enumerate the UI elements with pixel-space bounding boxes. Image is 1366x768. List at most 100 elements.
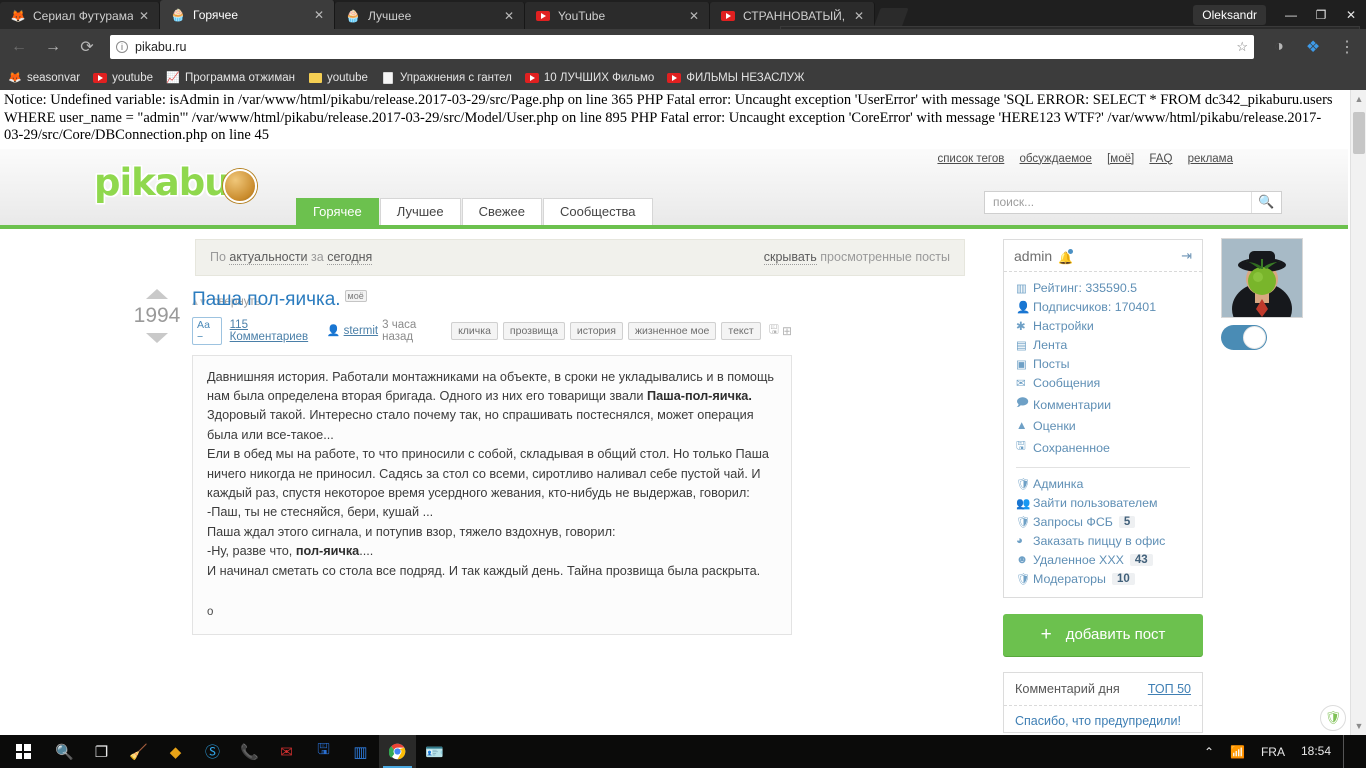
tray-expand-icon[interactable]: ⌃ <box>1196 745 1222 759</box>
clock[interactable]: 18:54 <box>1293 735 1339 768</box>
post-tag[interactable]: жизненное мое <box>627 321 717 340</box>
sidebar-item-comments[interactable]: 🗩 Комментарии <box>1004 393 1202 417</box>
skype-icon[interactable]: Ⓢ <box>194 735 231 768</box>
sidebar-item-login-as-user[interactable]: 👥 Зайти пользователем <box>1004 494 1202 513</box>
browser-tab-0[interactable]: 🦊 Сериал Футурама 2 сезо ✕ <box>0 2 160 29</box>
tab-close-icon[interactable]: ✕ <box>137 9 151 23</box>
bookmark-uprazhneniya[interactable]: Упражнения с гантел <box>381 71 512 85</box>
taskbar-search-icon[interactable]: 🔍 <box>46 735 83 768</box>
post-type-icon[interactable]: Аа − <box>192 316 222 345</box>
add-post-button[interactable]: + добавить пост <box>1003 613 1203 656</box>
add-to-icon[interactable]: ⊞ <box>782 324 792 338</box>
profile-name[interactable]: Oleksandr <box>1193 4 1266 25</box>
contacts-icon[interactable]: 🪪 <box>416 735 453 768</box>
tab-svezhee[interactable]: Свежее <box>461 197 542 225</box>
save-post-icon[interactable]: 🖫 <box>769 320 779 341</box>
post-comments-link[interactable]: 115 Комментариев <box>230 319 319 343</box>
bluestacks-icon[interactable]: ▥ <box>342 735 379 768</box>
link-discussed[interactable]: обсуждаемое <box>1020 153 1092 165</box>
hide-action[interactable]: скрывать <box>763 250 817 265</box>
maximize-icon[interactable]: ❐ <box>1306 0 1336 29</box>
comment-of-day-text[interactable]: Спасибо, что предупредили! <box>1004 706 1202 732</box>
page-scrollbar[interactable]: ▲ ▼ <box>1350 90 1366 735</box>
top-50-link[interactable]: ТОП 50 <box>1148 682 1191 696</box>
bell-icon[interactable]: 🔔 <box>1058 248 1074 265</box>
link-mine[interactable]: [моё] <box>1107 153 1134 165</box>
tab-close-icon[interactable]: ✕ <box>687 9 701 23</box>
sidebar-item-rating[interactable]: ▥ Рейтинг: 335590.5 <box>1004 279 1202 298</box>
sidebar-item-adminka[interactable]: 🛡 Админка <box>1004 475 1202 494</box>
tab-close-icon[interactable]: ✕ <box>502 9 516 23</box>
sidebar-item-subscribers[interactable]: 👤 Подписчиков: 170401 <box>1004 298 1202 317</box>
new-tab-button[interactable] <box>873 8 909 28</box>
sidebar-item-order-pizza[interactable]: ◕ Заказать пиццу в офис <box>1004 532 1202 551</box>
sidebar-item-fsb-requests[interactable]: 🛡 Запросы ФСБ 5 <box>1004 513 1202 532</box>
upvote-icon[interactable] <box>146 288 168 299</box>
sidebar-item-deleted-xxx[interactable]: ☻ Удаленное XXX 43 <box>1004 551 1202 570</box>
browser-tab-4[interactable]: СТРАННОВАТЫЙ, НО ПР ✕ <box>710 2 875 29</box>
bookmark-seasonvar[interactable]: 🦊 seasonvar <box>8 71 80 85</box>
bookmark-10-filmov[interactable]: 10 ЛУЧШИХ Фильмо <box>524 71 654 85</box>
wifi-icon[interactable]: 📶 <box>1222 745 1253 759</box>
close-icon[interactable]: ✕ <box>1336 0 1366 29</box>
tab-goryachee[interactable]: Горячее <box>296 197 379 225</box>
theme-toggle[interactable] <box>1221 325 1267 350</box>
minimize-icon[interactable]: — <box>1276 0 1306 29</box>
sidebar-item-settings[interactable]: ✱ Настройки <box>1004 317 1202 336</box>
scroll-down-icon[interactable]: ▼ <box>1351 717 1366 735</box>
address-bar[interactable]: i pikabu.ru ☆ <box>110 35 1254 59</box>
bookmark-youtube-folder[interactable]: youtube <box>308 71 368 85</box>
start-button[interactable] <box>0 735 46 768</box>
downvote-icon[interactable] <box>146 332 168 343</box>
mail-icon[interactable]: ✉ <box>268 735 305 768</box>
bookmark-programma[interactable]: 📈 Программа отжиман <box>166 71 295 85</box>
search-icon[interactable]: 🔍 <box>1251 191 1281 213</box>
search-input[interactable] <box>985 191 1251 213</box>
link-faq[interactable]: FAQ <box>1149 153 1172 165</box>
save-app-icon[interactable]: 🖫 <box>305 735 342 768</box>
show-desktop-button[interactable] <box>1343 735 1360 768</box>
tab-luchshee[interactable]: Лучшее <box>379 197 461 225</box>
tab-close-icon[interactable]: ✕ <box>312 8 326 22</box>
browser-tab-1[interactable]: 🧁 Горячее ✕ <box>160 0 335 29</box>
bookmark-filmy[interactable]: ФИЛЬМЫ НЕЗАСЛУЖ <box>667 71 805 85</box>
sort-by-value[interactable]: актуальности <box>229 250 308 265</box>
link-ads[interactable]: реклама <box>1188 153 1233 165</box>
scroll-up-icon[interactable]: ▲ <box>1351 90 1366 108</box>
tab-soobshchestva[interactable]: Сообщества <box>543 197 653 225</box>
browser-tab-2[interactable]: 🧁 Лучшее ✕ <box>335 2 525 29</box>
sidebar-item-moderators[interactable]: 🛡 Модераторы 10 <box>1004 570 1202 589</box>
tab-close-icon[interactable]: ✕ <box>852 9 866 23</box>
scrollbar-thumb[interactable] <box>1353 112 1365 154</box>
viber-icon[interactable]: 📞 <box>231 735 268 768</box>
chrome-menu-icon[interactable]: ⋮ <box>1332 32 1362 62</box>
period-value[interactable]: сегодня <box>327 250 373 265</box>
security-badge-icon[interactable]: 🛡 <box>1320 705 1346 731</box>
bookmark-youtube-1[interactable]: youtube <box>93 71 153 85</box>
post-title-link[interactable]: Паша пол-яичка. <box>192 289 341 310</box>
ccleaner-icon[interactable]: 🧹 <box>120 735 157 768</box>
post-tag[interactable]: текст <box>721 321 761 340</box>
task-view-icon[interactable]: ❐ <box>83 735 120 768</box>
back-icon[interactable]: ← <box>4 32 34 62</box>
sidebar-item-saved[interactable]: 🖫 Сохраненное <box>1004 436 1202 460</box>
chrome-icon[interactable] <box>379 735 416 768</box>
dropbox-icon[interactable]: ❖ <box>1298 32 1328 62</box>
browser-tab-3[interactable]: YouTube ✕ <box>525 2 710 29</box>
forward-icon[interactable]: → <box>38 32 68 62</box>
post-title[interactable]: Паша пол-яичка. моё <box>192 289 367 311</box>
avatar[interactable] <box>1221 238 1303 318</box>
sidebar-item-messages[interactable]: ✉ Сообщения <box>1004 374 1202 393</box>
post-author-link[interactable]: stermit <box>344 325 379 337</box>
sidebar-item-ratings[interactable]: ▲ Оценки <box>1004 417 1202 436</box>
logout-icon[interactable]: ⇥ <box>1181 248 1192 264</box>
username[interactable]: admin <box>1014 248 1052 264</box>
post-tag[interactable]: кличка <box>451 321 498 340</box>
amd-radeon-icon[interactable]: ◆ <box>157 735 194 768</box>
bookmark-star-icon[interactable]: ☆ <box>1236 39 1248 55</box>
language-indicator[interactable]: FRA <box>1253 745 1293 759</box>
pikabu-logo[interactable]: pikabu <box>94 161 257 204</box>
reload-icon[interactable]: ⟳ <box>72 32 102 62</box>
sidebar-item-feed[interactable]: ▤ Лента <box>1004 336 1202 355</box>
sidebar-item-posts[interactable]: ▣ Посты <box>1004 355 1202 374</box>
